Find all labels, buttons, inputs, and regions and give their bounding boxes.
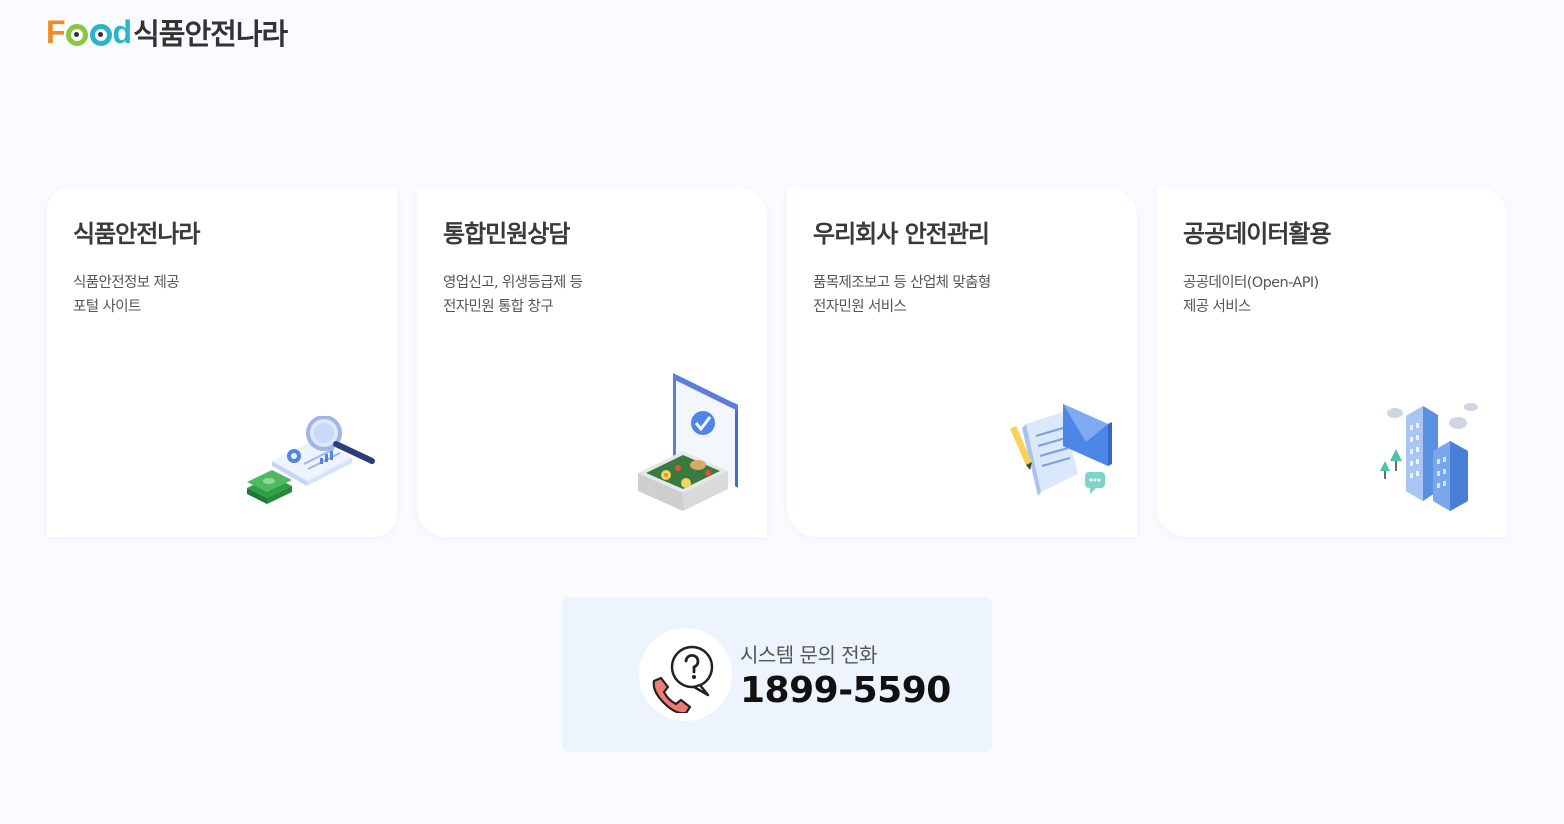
- contact-label: 시스템 문의 전화: [740, 642, 878, 667]
- card-integrated-civil-service[interactable]: 통합민원상담 영업신고, 위생등급제 등 전자민원 통합 창구: [417, 187, 767, 537]
- contact-text: 시스템 문의 전화 1899-5590: [740, 639, 951, 711]
- card-desc-line: 전자민원 통합 창구: [443, 299, 554, 315]
- magnifier-document-icon: [242, 415, 377, 515]
- card-description: 식품안전정보 제공 포털 사이트: [73, 271, 371, 319]
- card-title: 공공데이터활용: [1183, 220, 1332, 248]
- card-desc-line: 제공 서비스: [1183, 299, 1251, 315]
- card-company-safety-management[interactable]: 우리회사 안전관리 품목제조보고 등 산업체 맞춤형 전자민원 서비스: [787, 187, 1137, 537]
- phone-question-icon: [639, 628, 732, 721]
- site-header: F d 식품안전나라: [46, 11, 288, 53]
- logo-letter-o: [65, 24, 88, 46]
- logo-letter-d: d: [112, 13, 133, 50]
- logo-letter-o: [89, 24, 112, 46]
- card-description: 품목제조보고 등 산업체 맞춤형 전자민원 서비스: [813, 271, 1111, 319]
- card-food-safety-portal[interactable]: 식품안전나라 식품안전정보 제공 포털 사이트: [47, 187, 397, 537]
- card-desc-line: 식품안전정보 제공: [73, 275, 180, 291]
- card-title: 우리회사 안전관리: [813, 220, 990, 248]
- card-description: 영업신고, 위생등급제 등 전자민원 통합 창구: [443, 271, 741, 319]
- card-public-data[interactable]: 공공데이터활용 공공데이터(Open-API) 제공 서비스: [1157, 187, 1507, 537]
- system-inquiry-contact: 시스템 문의 전화 1899-5590: [562, 597, 992, 752]
- logo-letter-f: F: [46, 13, 66, 50]
- service-cards: 식품안전나라 식품안전정보 제공 포털 사이트 통합민원상담 영업신고, 위생등…: [47, 187, 1507, 537]
- food-tray-check-icon: [638, 373, 743, 517]
- card-title: 통합민원상담: [443, 220, 570, 248]
- card-desc-line: 영업신고, 위생등급제 등: [443, 275, 583, 291]
- card-title: 식품안전나라: [73, 220, 200, 248]
- contact-phone-number[interactable]: 1899-5590: [740, 670, 951, 711]
- card-desc-line: 공공데이터(Open-API): [1183, 275, 1319, 291]
- site-logo[interactable]: F d 식품안전나라: [46, 11, 288, 53]
- logo-title: 식품안전나라: [133, 17, 288, 51]
- card-desc-line: 포털 사이트: [73, 299, 141, 315]
- document-mail-icon: [1008, 404, 1113, 513]
- city-buildings-icon: [1378, 401, 1483, 515]
- card-description: 공공데이터(Open-API) 제공 서비스: [1183, 271, 1481, 319]
- card-desc-line: 전자민원 서비스: [813, 299, 907, 315]
- card-desc-line: 품목제조보고 등 산업체 맞춤형: [813, 275, 991, 291]
